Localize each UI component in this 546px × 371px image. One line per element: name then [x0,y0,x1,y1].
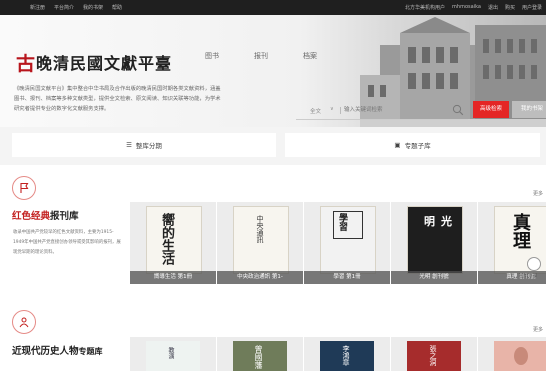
back-to-top-label: 回到顶部 [519,274,537,279]
platform-intro: 《晚清民国文献平台》集中整合中华书局及合作出版的晚清民国时期各类文献资料，涵盖图… [14,86,221,112]
tab-topic-libraries-label: 专题子库 [404,142,431,150]
top-link-bookshelf[interactable]: 我的书架 [83,4,103,11]
category-tabs: ☰ 整库分期 ▣ 专题子库 [0,127,546,165]
top-link-buy[interactable]: 购买 [505,4,515,11]
search-bar: 全文 ∨ [296,101,468,120]
figure-card[interactable]: 教演 [130,337,216,371]
search-icon[interactable] [452,104,464,116]
back-to-top-button[interactable] [527,257,541,271]
top-link-institution[interactable]: 北方华美机构用户 [405,4,445,11]
top-link-login[interactable]: 用户登录 [522,4,542,11]
my-bookshelf-button[interactable]: 我的书架 [512,101,546,118]
book-cover: 學習 [320,206,376,274]
figure-card[interactable]: 曾國藩 [217,337,303,371]
periodical-card[interactable]: 中央通訊 中央政治通訊 第1- [217,202,303,284]
section-red-classics-description: 收录中国共产党较早的红色文献资料，主要为1915-1949年中国共产党直接创办领… [13,230,121,255]
more-link[interactable]: 更多 [533,190,543,197]
book-cover: 張之洞 [407,341,461,371]
box-icon: ▣ [394,141,401,149]
tab-by-period[interactable]: ☰ 整库分期 [12,133,276,157]
top-link-intro[interactable]: 平台简介 [54,4,74,11]
book-cover: 明光 [407,206,463,274]
periodical-card[interactable]: 明光 光明 創刊號 [391,202,477,284]
top-link-username[interactable]: mhmosaika [452,4,481,11]
book-cover: 李鴻章 [320,341,374,371]
figure-card[interactable]: 張之洞 [391,337,477,371]
top-bar: 新注册 平台简介 我的书架 帮助 北方华美机构用户 mhmosaika 退出 购… [0,0,546,15]
search-divider [340,107,341,114]
book-cover: 曾國藩 [233,341,287,371]
periodical-card[interactable]: 學習 學習 第1冊 [304,202,390,284]
section-red-classics-title: 红色经典报刊库 [12,211,79,222]
top-link-help[interactable]: 帮助 [112,4,122,11]
top-link-register[interactable]: 新注册 [30,4,45,11]
advanced-search-button[interactable]: 高级检索 [473,101,509,118]
figure-card[interactable] [478,337,546,371]
book-cover [494,341,546,371]
section-historical-figures-title: 近现代历史人物专题库 [12,346,103,357]
tab-by-period-label: 整库分期 [135,142,162,150]
nav-archives[interactable]: 档案 [303,51,317,61]
card-caption: 光明 創刊號 [391,271,477,284]
search-scope-select[interactable]: 全文 [310,107,321,115]
figure-card[interactable]: 李鴻章 [304,337,390,371]
figure-icon [12,310,36,334]
logo-mark[interactable]: 古 [16,49,35,76]
top-bar-left-links: 新注册 平台简介 我的书架 帮助 [30,4,122,11]
periodical-card[interactable]: 嚮的生活 嚮導生活 第1冊 [130,202,216,284]
top-link-logout[interactable]: 退出 [488,4,498,11]
periodical-card[interactable]: 真理 真理 創刊號 [478,202,546,284]
card-caption: 學習 第1冊 [304,271,390,284]
top-bar-right-links: 北方华美机构用户 mhmosaika 退出 购买 用户登录 [405,4,542,11]
book-cover: 嚮的生活 [146,206,202,274]
card-caption: 嚮導生活 第1冊 [130,271,216,284]
more-link[interactable]: 更多 [533,326,543,333]
book-cover: 教演 [146,341,200,371]
site-title[interactable]: 晚清民國文獻平臺 [36,50,172,74]
list-icon: ☰ [126,141,132,149]
card-caption: 中央政治通訊 第1- [217,271,303,284]
nav-periodicals[interactable]: 报刊 [254,51,268,61]
chevron-down-icon[interactable]: ∨ [330,106,334,112]
nav-books[interactable]: 图书 [205,51,219,61]
book-cover: 中央通訊 [233,206,289,274]
flag-icon [12,176,36,200]
tab-topic-libraries[interactable]: ▣ 专题子库 [285,133,540,157]
search-input[interactable] [344,105,434,115]
